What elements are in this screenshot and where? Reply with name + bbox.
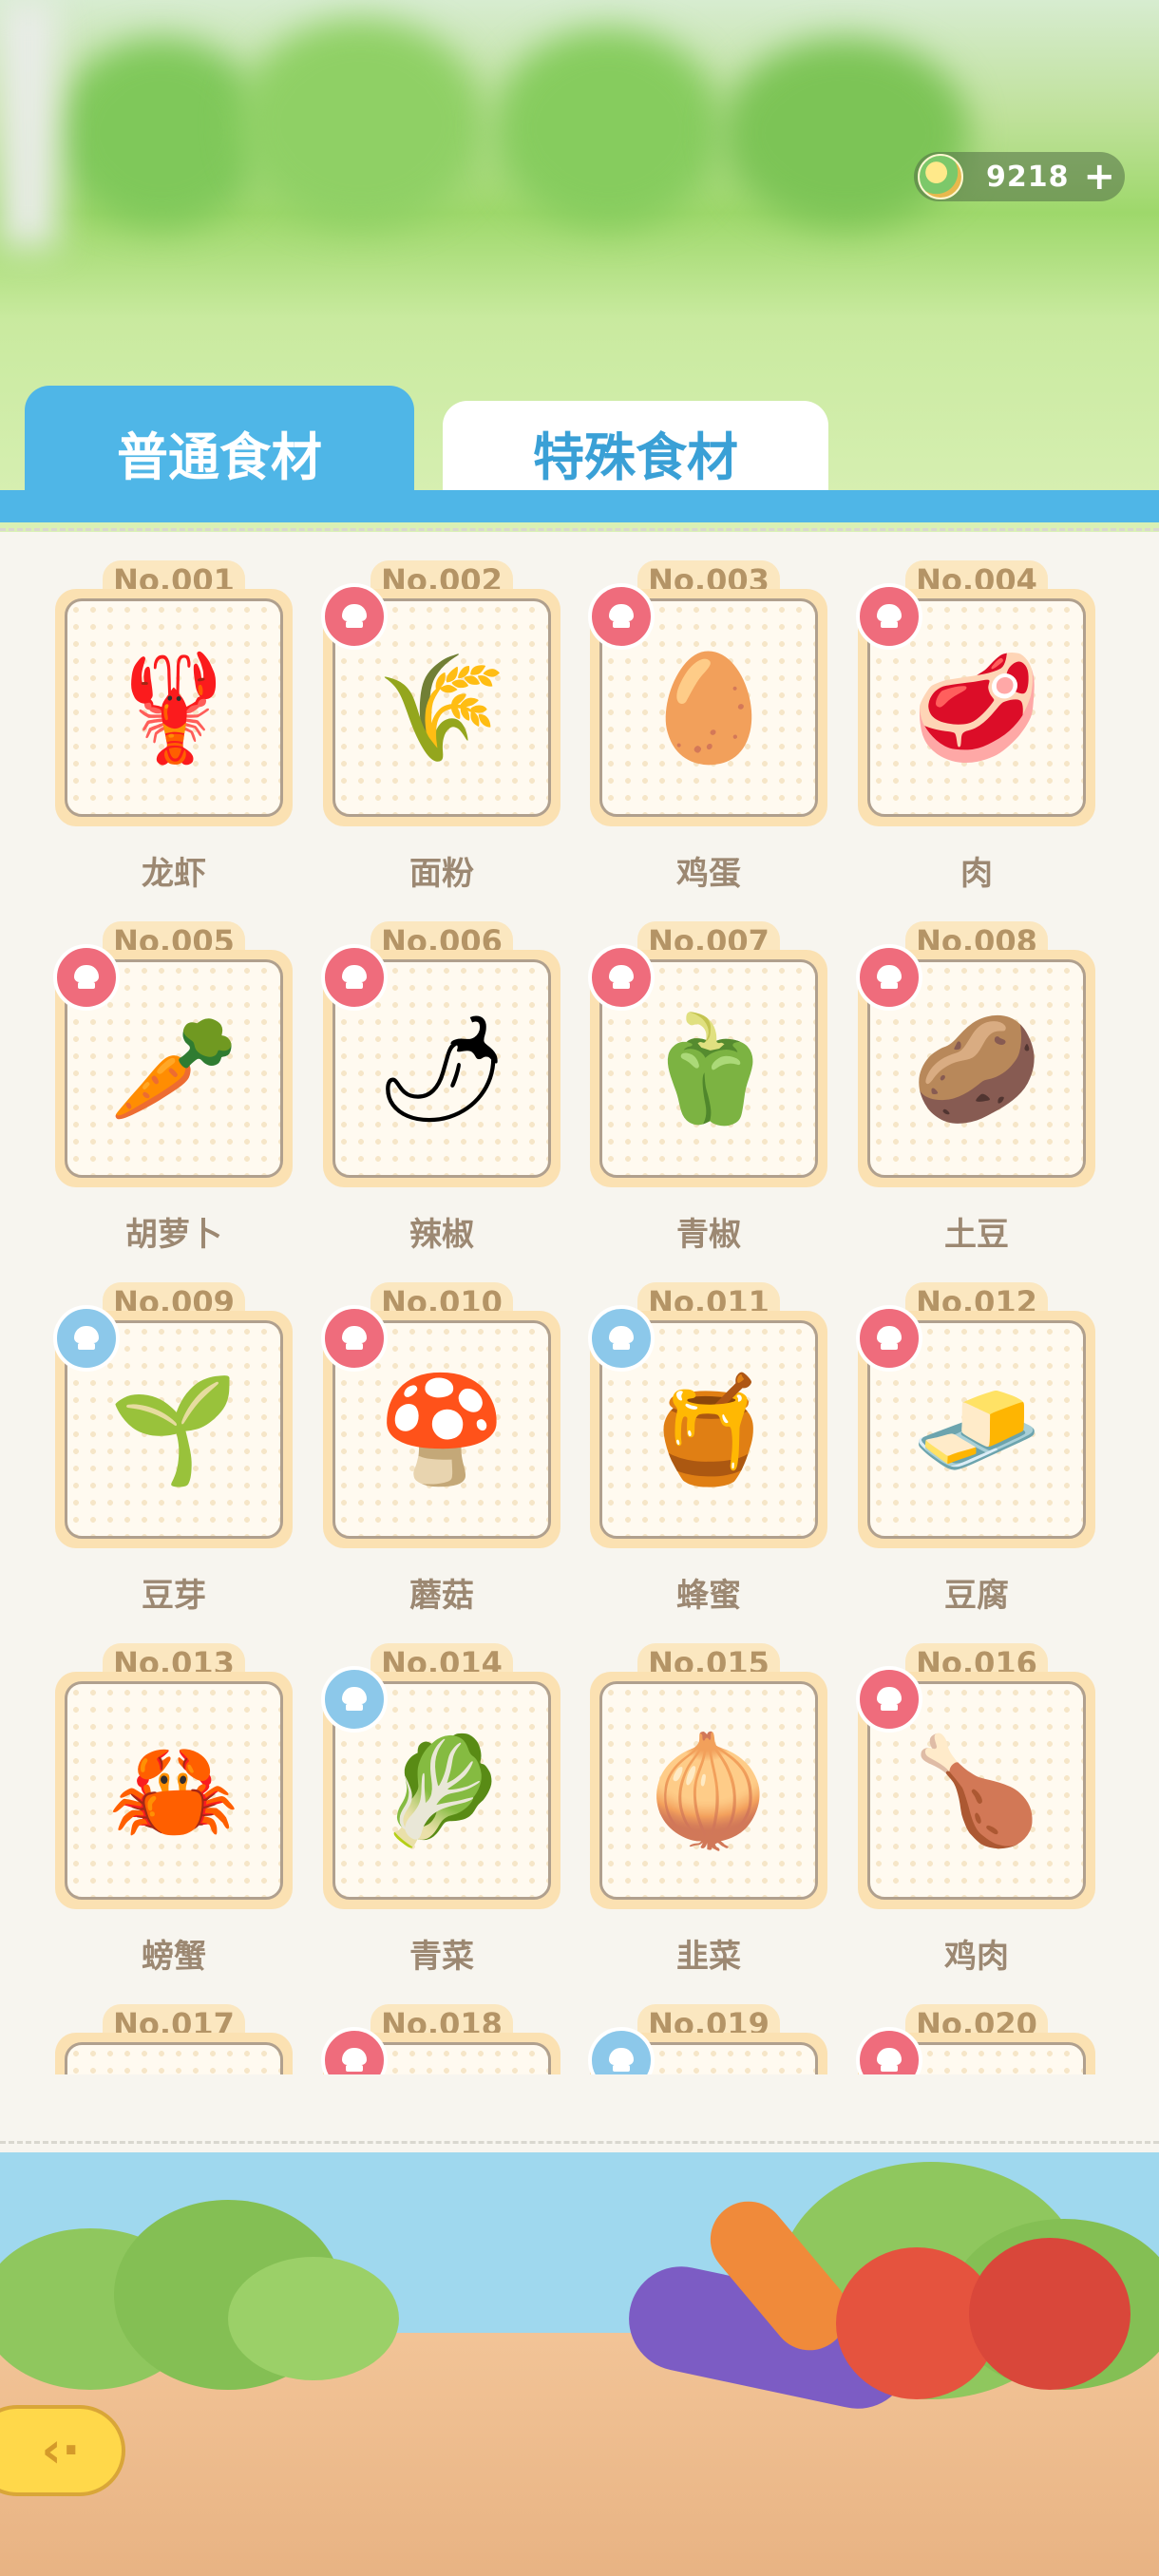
carrot-icon: 🥕	[108, 1008, 239, 1129]
bean-sprouts-icon: 🌱	[108, 1369, 239, 1490]
chef-hat-icon	[321, 583, 388, 650]
chef-hat-icon	[321, 1666, 388, 1733]
ingredient-name: 青椒	[676, 1216, 741, 1254]
tomato-shape	[969, 2238, 1130, 2390]
bok-choy-icon: 🥬	[376, 1730, 507, 1851]
ingredient-frame	[55, 2033, 293, 2074]
currency-value: 9218	[986, 160, 1070, 194]
ingredient-slot: 🧅	[599, 1681, 818, 1900]
chef-hat-icon	[856, 583, 922, 650]
eggs-icon: 🥚	[643, 647, 774, 768]
bottom-scenery	[0, 2152, 1159, 2576]
ingredient-name: 鸡肉	[944, 1938, 1009, 1976]
divider	[0, 2141, 1159, 2144]
chef-hat-icon	[856, 1305, 922, 1372]
ingredient-name: 韭菜	[676, 1938, 741, 1976]
chili-icon: 🌶	[375, 1008, 508, 1129]
ingredient-name: 面粉	[409, 855, 474, 893]
leek-icon: 🧅	[643, 1730, 774, 1851]
ingredient-slot: 🦞	[65, 598, 283, 817]
back-button[interactable]: ‹·	[0, 2405, 125, 2496]
ingredient-name: 青菜	[409, 1938, 474, 1976]
ingredient-name: 辣椒	[409, 1216, 474, 1254]
chef-hat-icon	[53, 1305, 120, 1372]
chef-hat-icon	[588, 1305, 655, 1372]
ingredient-name: 胡萝卜	[125, 1216, 222, 1254]
chef-hat-icon	[856, 944, 922, 1011]
chef-hat-icon	[321, 944, 388, 1011]
blurred-wall	[0, 0, 57, 247]
ingredient-name: 土豆	[944, 1216, 1009, 1254]
drumstick-icon: 🍗	[911, 1730, 1042, 1851]
lobster-icon: 🦞	[108, 647, 239, 768]
potato-icon: 🥔	[911, 1008, 1042, 1129]
coin-icon	[918, 154, 963, 199]
ingredient-frame: 🦞	[55, 589, 293, 826]
tab-special-ingredients[interactable]: 特殊食材	[443, 401, 828, 503]
ingredient-slot	[65, 2042, 283, 2074]
chef-hat-icon	[588, 583, 655, 650]
chef-hat-icon	[588, 944, 655, 1011]
plus-icon[interactable]: +	[1083, 158, 1115, 196]
bush-shape	[228, 2257, 399, 2380]
ingredient-name: 蘑菇	[409, 1577, 474, 1615]
back-arrow-icon: ‹·	[41, 2422, 81, 2479]
ingredient-name: 豆腐	[944, 1577, 1009, 1615]
ingredient-slot: 🦀	[65, 1681, 283, 1900]
ingredient-name: 肉	[960, 855, 993, 893]
blurred-bush	[494, 28, 722, 228]
honey-jar-icon: 🍯	[643, 1369, 774, 1490]
tofu-icon: 🧈	[911, 1369, 1042, 1490]
currency-display: 9218 +	[914, 152, 1125, 201]
ingredient-name: 龙虾	[142, 855, 206, 893]
chef-hat-icon	[856, 1666, 922, 1733]
ingredient-name: 蜂蜜	[676, 1577, 741, 1615]
chef-hat-icon	[53, 944, 120, 1011]
divider	[0, 528, 1159, 531]
ingredient-name: 鸡蛋	[676, 855, 741, 893]
ingredient-frame: 🦀	[55, 1672, 293, 1909]
mushroom-icon: 🍄	[376, 1369, 507, 1490]
blurred-bush	[238, 19, 484, 228]
chef-hat-icon	[321, 1305, 388, 1372]
ingredient-grid: No.001 🦞 龙虾 No.002 🌾 面粉 No.003 🥚 鸡蛋 No.004 🥩 肉 No.00…	[0, 560, 1159, 2074]
ingredient-name: 豆芽	[142, 1577, 206, 1615]
blurred-bush	[57, 38, 266, 228]
green-pepper-icon: 🫑	[643, 1008, 774, 1129]
ingredient-frame: 🧅	[590, 1672, 827, 1909]
flour-sack-icon: 🌾	[376, 647, 507, 768]
tab-bar	[0, 490, 1159, 522]
ingredient-name: 螃蟹	[142, 1938, 206, 1976]
crab-icon: 🦀	[108, 1730, 239, 1851]
meat-tray-icon: 🥩	[911, 647, 1042, 768]
